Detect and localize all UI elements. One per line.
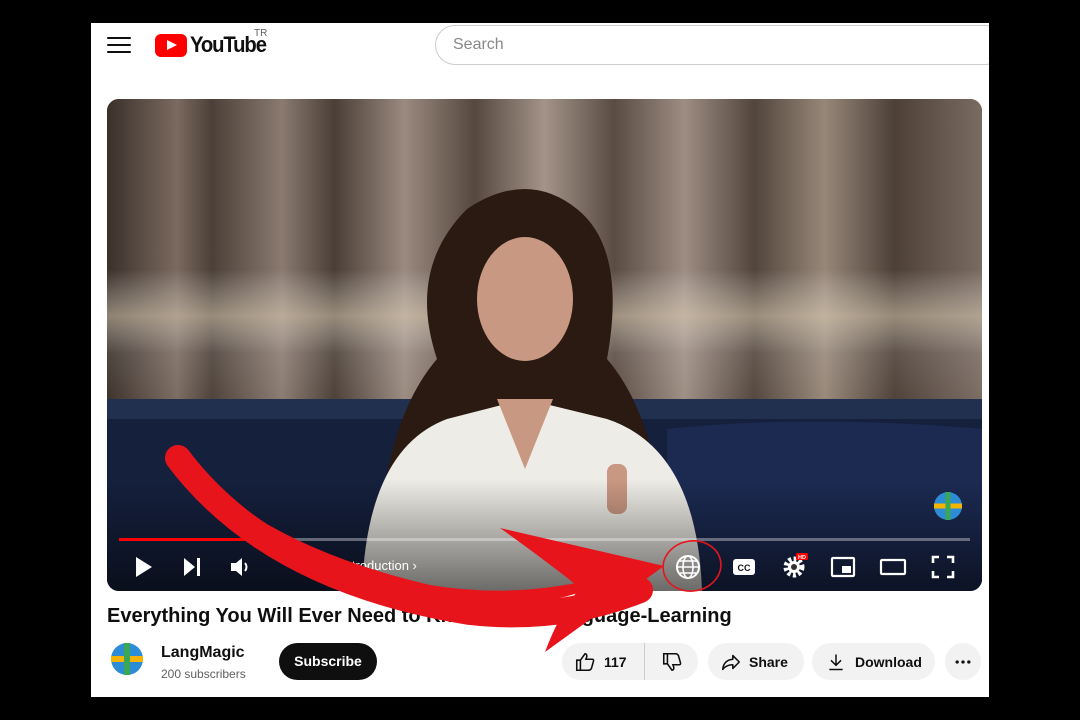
next-icon[interactable] xyxy=(178,553,206,581)
region-code: TR xyxy=(254,28,268,39)
play-icon[interactable] xyxy=(129,553,157,581)
more-icon xyxy=(955,659,971,664)
download-icon xyxy=(829,654,843,670)
miniplayer-icon[interactable] xyxy=(829,553,857,581)
settings-icon[interactable]: HD xyxy=(780,553,808,581)
video-title: Everything You Will Ever Need to Know ab… xyxy=(107,605,732,627)
globe-icon[interactable] xyxy=(674,553,702,581)
captions-label: CC xyxy=(738,563,751,573)
download-label: Download xyxy=(855,653,922,670)
like-icon xyxy=(575,652,595,671)
share-icon xyxy=(721,654,741,670)
volume-icon[interactable] xyxy=(227,553,255,581)
fullscreen-icon[interactable] xyxy=(929,553,957,581)
youtube-logo-icon xyxy=(155,33,187,57)
more-actions-button[interactable] xyxy=(945,643,981,680)
like-dislike-group: 117 xyxy=(562,643,698,680)
search-input[interactable]: Search xyxy=(435,25,989,65)
share-label: Share xyxy=(749,653,788,670)
subscribe-button[interactable]: Subscribe xyxy=(279,643,377,680)
captions-icon[interactable]: CC xyxy=(730,553,758,581)
video-player[interactable]: Introduction › CC HD xyxy=(107,99,982,591)
download-button[interactable]: Download xyxy=(812,643,935,680)
menu-icon[interactable] xyxy=(107,37,131,53)
like-count: 117 xyxy=(604,653,627,670)
chapter-label[interactable]: Introduction › xyxy=(341,558,417,573)
channel-avatar[interactable] xyxy=(110,642,144,676)
subscriber-count: 200 subscribers xyxy=(161,667,246,681)
dislike-button[interactable] xyxy=(645,643,698,680)
channel-watermark-icon[interactable] xyxy=(933,491,963,521)
channel-name[interactable]: LangMagic xyxy=(161,644,245,662)
video-frame xyxy=(107,99,982,591)
dislike-icon xyxy=(662,652,681,671)
player-controls: Introduction › CC HD xyxy=(107,541,982,591)
share-button[interactable]: Share xyxy=(708,643,804,680)
like-button[interactable]: 117 xyxy=(562,643,645,680)
hd-badge: HD xyxy=(798,555,806,561)
youtube-window: YouTube TR Search Introduction › CC HD E… xyxy=(91,23,989,697)
theater-icon[interactable] xyxy=(879,553,907,581)
